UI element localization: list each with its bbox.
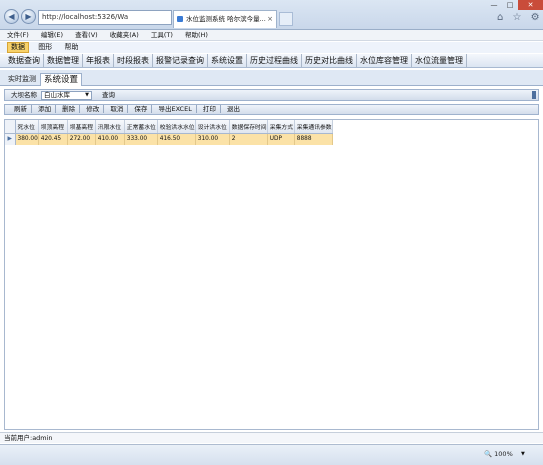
exit-button[interactable]: 退出 xyxy=(225,105,242,114)
module-storage-manage[interactable]: 水位库容管理 xyxy=(357,54,412,67)
chevron-down-icon[interactable]: ▼ xyxy=(521,447,525,461)
module-data-manage[interactable]: 数据管理 xyxy=(44,54,83,67)
separator xyxy=(195,105,197,113)
module-data-query[interactable]: 数据查询 xyxy=(5,54,44,67)
app-menu-data[interactable]: 数据 xyxy=(7,42,29,53)
delete-button[interactable]: 删除 xyxy=(60,105,77,114)
current-row-marker-icon[interactable]: ▶ xyxy=(5,133,16,145)
app-menu-graph[interactable]: 图形 xyxy=(35,42,55,53)
module-annual-report[interactable]: 年报表 xyxy=(83,54,114,67)
browser-statusbar: 🔍 100% ▼ xyxy=(0,444,543,465)
dam-select-value: 白山水库 xyxy=(44,91,70,99)
cancel-button[interactable]: 取消 xyxy=(108,105,125,114)
edit-button[interactable]: 修改 xyxy=(84,105,101,114)
column-header[interactable]: 汛限水位 xyxy=(95,120,125,134)
filter-bar: 大坝名称 白山水库 ▼ 查询 xyxy=(4,89,539,101)
zoom-level[interactable]: 🔍 100% xyxy=(484,447,513,461)
settings-grid: 死水位 坝顶高程 坝基高程 汛限水位 正常蓄水位 校验洪水水位 设计洪水位 数据… xyxy=(4,119,539,430)
table-cell[interactable]: 310.00 xyxy=(195,133,230,145)
menu-help[interactable]: 帮助(H) xyxy=(185,31,208,39)
browser-chrome: ◀ ▶ http://localhost:5326/Wa 水位监测系统 哈尔滨今… xyxy=(0,0,543,30)
current-user-status: 当前用户:admin xyxy=(0,432,543,443)
app-menu-help[interactable]: 帮助 xyxy=(61,42,81,53)
tab-realtime-monitor[interactable]: 实时监测 xyxy=(5,73,39,86)
app-menubar: 数据 图形 帮助 xyxy=(0,42,543,53)
menu-tools[interactable]: 工具(T) xyxy=(151,31,173,39)
column-header[interactable]: 采集方式 xyxy=(267,120,295,134)
column-header[interactable]: 设计洪水位 xyxy=(195,120,230,134)
refresh-button[interactable]: 刷新 xyxy=(12,105,29,114)
separator xyxy=(127,105,129,113)
module-system-settings[interactable]: 系统设置 xyxy=(208,54,247,67)
column-header[interactable]: 死水位 xyxy=(15,120,39,134)
separator xyxy=(79,105,81,113)
dam-name-label: 大坝名称 xyxy=(11,91,37,99)
tab-system-settings[interactable]: 系统设置 xyxy=(40,73,83,86)
toolbar-grip xyxy=(532,91,536,99)
tab-title: 水位监测系统 哈尔滨今量... xyxy=(186,15,266,23)
print-button[interactable]: 打印 xyxy=(201,105,218,114)
table-cell[interactable]: UDP xyxy=(267,133,295,145)
menu-favorites[interactable]: 收藏夹(A) xyxy=(110,31,139,39)
menu-view[interactable]: 查看(V) xyxy=(75,31,98,39)
module-compare-curve[interactable]: 历史对比曲线 xyxy=(302,54,357,67)
separator xyxy=(31,105,32,113)
table-cell[interactable]: 416.50 xyxy=(157,133,196,145)
address-bar[interactable]: http://localhost:5326/Wa xyxy=(38,10,172,25)
module-toolbar: 数据查询 数据管理 年报表 时段报表 报警记录查询 系统设置 历史过程曲线 历史对比曲线 水位库… xyxy=(0,54,543,68)
page-icon xyxy=(177,16,183,22)
sub-tab-strip: 实时监测 系统设置 xyxy=(0,70,543,86)
table-cell[interactable]: 410.00 xyxy=(95,133,125,145)
close-window-button[interactable]: ✕ xyxy=(518,0,543,10)
table-cell[interactable]: 2 xyxy=(229,133,268,145)
column-header[interactable]: 校验洪水水位 xyxy=(157,120,196,134)
column-header[interactable]: 坝基高程 xyxy=(67,120,96,134)
column-header[interactable]: 采集通讯参数 xyxy=(294,120,333,134)
grid-header-row: 死水位 坝顶高程 坝基高程 汛限水位 正常蓄水位 校验洪水水位 设计洪水位 数据… xyxy=(5,120,333,134)
separator xyxy=(219,105,221,113)
back-button[interactable]: ◀ xyxy=(4,9,19,24)
separator xyxy=(103,105,105,113)
add-button[interactable]: 添加 xyxy=(36,105,53,114)
module-alarm-query[interactable]: 报警记录查询 xyxy=(153,54,208,67)
table-cell[interactable]: 420.45 xyxy=(38,133,68,145)
table-cell[interactable]: 380.00 xyxy=(15,133,39,145)
home-favorites-tools-icons[interactable]: ⌂ ☆ ⚙ xyxy=(497,12,543,23)
table-cell[interactable]: 8888 xyxy=(294,133,333,145)
dam-select[interactable]: 白山水库 ▼ xyxy=(41,91,92,100)
save-button[interactable]: 保存 xyxy=(132,105,149,114)
menu-edit[interactable]: 编辑(E) xyxy=(41,31,63,39)
tab-close-icon[interactable]: × xyxy=(267,11,273,27)
row-header-corner xyxy=(5,120,16,134)
module-flow-manage[interactable]: 水位流量管理 xyxy=(412,54,467,67)
browser-menubar: 文件(F) 编辑(E) 查看(V) 收藏夹(A) 工具(T) 帮助(H) xyxy=(0,30,543,41)
action-toolbar: 刷新 添加 删除 修改 取消 保存 导出EXCEL 打印 退出 xyxy=(4,104,539,115)
column-header[interactable]: 正常蓄水位 xyxy=(124,120,158,134)
forward-button[interactable]: ▶ xyxy=(21,9,36,24)
new-tab-button[interactable] xyxy=(279,12,293,26)
query-button[interactable]: 查询 xyxy=(102,90,115,100)
browser-tab[interactable]: 水位监测系统 哈尔滨今量... × xyxy=(173,10,277,28)
table-row[interactable]: ▶ 380.00 420.45 272.00 410.00 333.00 416… xyxy=(5,133,333,145)
menu-file[interactable]: 文件(F) xyxy=(7,31,29,39)
module-history-curve[interactable]: 历史过程曲线 xyxy=(247,54,302,67)
column-header[interactable]: 坝顶高程 xyxy=(38,120,68,134)
module-period-report[interactable]: 时段报表 xyxy=(114,54,153,67)
separator xyxy=(55,105,57,113)
minimize-button[interactable]: — xyxy=(486,0,502,10)
column-header[interactable]: 数据保存时间 xyxy=(229,120,268,134)
chevron-down-icon: ▼ xyxy=(85,92,89,98)
table-cell[interactable]: 333.00 xyxy=(124,133,158,145)
maximize-button[interactable]: □ xyxy=(502,0,518,10)
separator xyxy=(151,105,153,113)
table-cell[interactable]: 272.00 xyxy=(67,133,96,145)
export-excel-button[interactable]: 导出EXCEL xyxy=(156,105,193,114)
